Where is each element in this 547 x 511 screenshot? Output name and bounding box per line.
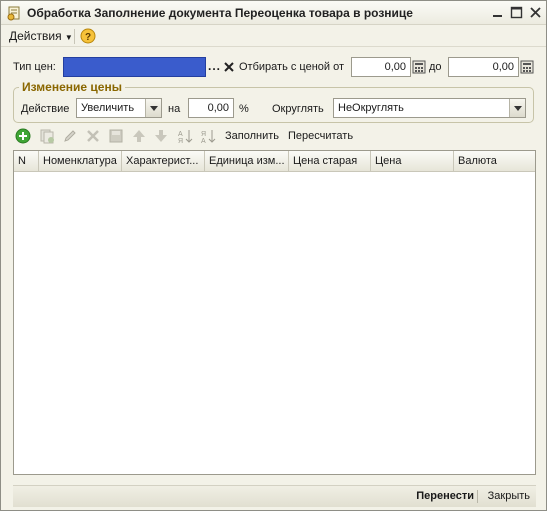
footer-separator [477,490,478,503]
column-header-unit[interactable]: Единица изм... [205,151,289,172]
round-label: Округлять [272,103,324,115]
clear-icon[interactable] [223,61,235,73]
move-down-icon[interactable] [153,128,169,144]
menu-bar: Действия ▼ ? [1,26,546,47]
svg-text:Я: Я [201,131,206,138]
calculator-icon[interactable] [520,60,534,74]
edit-icon[interactable] [62,128,78,144]
delete-icon[interactable] [85,128,101,144]
processing-icon [6,5,22,21]
chevron-down-icon[interactable] [145,99,161,117]
svg-text:А: А [178,131,183,138]
recalculate-button[interactable]: Пересчитать [288,130,353,142]
goods-table[interactable]: N Номенклатура Характерист... Единица из… [13,150,536,475]
column-header-nomenclature[interactable]: Номенклатура [39,151,122,172]
add-icon[interactable] [15,128,31,144]
price-from-input[interactable]: 0,00 [351,57,411,77]
window-title: Обработка Заполнение документа Переоценк… [27,6,413,20]
processing-window: Обработка Заполнение документа Переоценк… [0,0,547,511]
price-to-input[interactable]: 0,00 [448,57,519,77]
by-label: на [168,103,181,115]
round-select-value: НеОкруглять [338,102,404,114]
column-header-price[interactable]: Цена [371,151,454,172]
percent-input[interactable]: 0,00 [188,98,234,118]
svg-text:Я: Я [178,138,183,144]
close-button[interactable]: Закрыть [488,490,530,502]
percent-sign: % [239,103,249,115]
sort-desc-icon[interactable]: ЯА [200,128,216,145]
action-select[interactable]: Увеличить [76,98,162,118]
actions-menu[interactable]: Действия ▼ [9,29,73,43]
price-type-label: Тип цен: [13,61,56,73]
round-select[interactable]: НеОкруглять [333,98,526,118]
close-icon[interactable] [529,6,542,19]
action-label: Действие [21,103,70,115]
maximize-icon[interactable] [510,6,523,19]
calculator-icon[interactable] [412,60,426,74]
actions-menu-label: Действия [9,29,62,43]
column-header-characteristic[interactable]: Характерист... [122,151,205,172]
table-toolbar: АЯ ЯА Заполнить Пересчитать [13,127,534,147]
svg-text:?: ? [85,32,91,43]
transfer-button[interactable]: Перенести [416,490,474,502]
sort-asc-icon[interactable]: АЯ [177,128,193,145]
menu-separator [74,29,75,44]
bottom-bar: Перенести Закрыть [13,485,536,507]
move-up-icon[interactable] [131,128,147,144]
svg-text:А: А [201,138,206,144]
column-header-old-price[interactable]: Цена старая [289,151,371,172]
action-select-value: Увеличить [81,102,135,114]
save-icon[interactable] [108,128,124,144]
fill-button[interactable]: Заполнить [225,130,279,142]
price-type-input[interactable] [63,57,206,77]
chevron-down-icon[interactable] [509,99,525,117]
price-type-select-button[interactable]: ... [208,59,221,73]
price-to-label: до [429,61,442,73]
column-header-currency[interactable]: Валюта [454,151,535,172]
copy-icon[interactable] [39,128,55,144]
title-bar[interactable]: Обработка Заполнение документа Переоценк… [1,1,546,25]
price-from-label: Отбирать с ценой от [239,61,345,73]
table-header: N Номенклатура Характерист... Единица из… [14,151,535,172]
minimize-icon[interactable] [491,6,504,19]
chevron-down-icon: ▼ [64,33,73,42]
column-header-n[interactable]: N [14,151,39,172]
price-change-group-title: Изменение цены [19,80,125,94]
help-icon[interactable]: ? [80,28,96,44]
